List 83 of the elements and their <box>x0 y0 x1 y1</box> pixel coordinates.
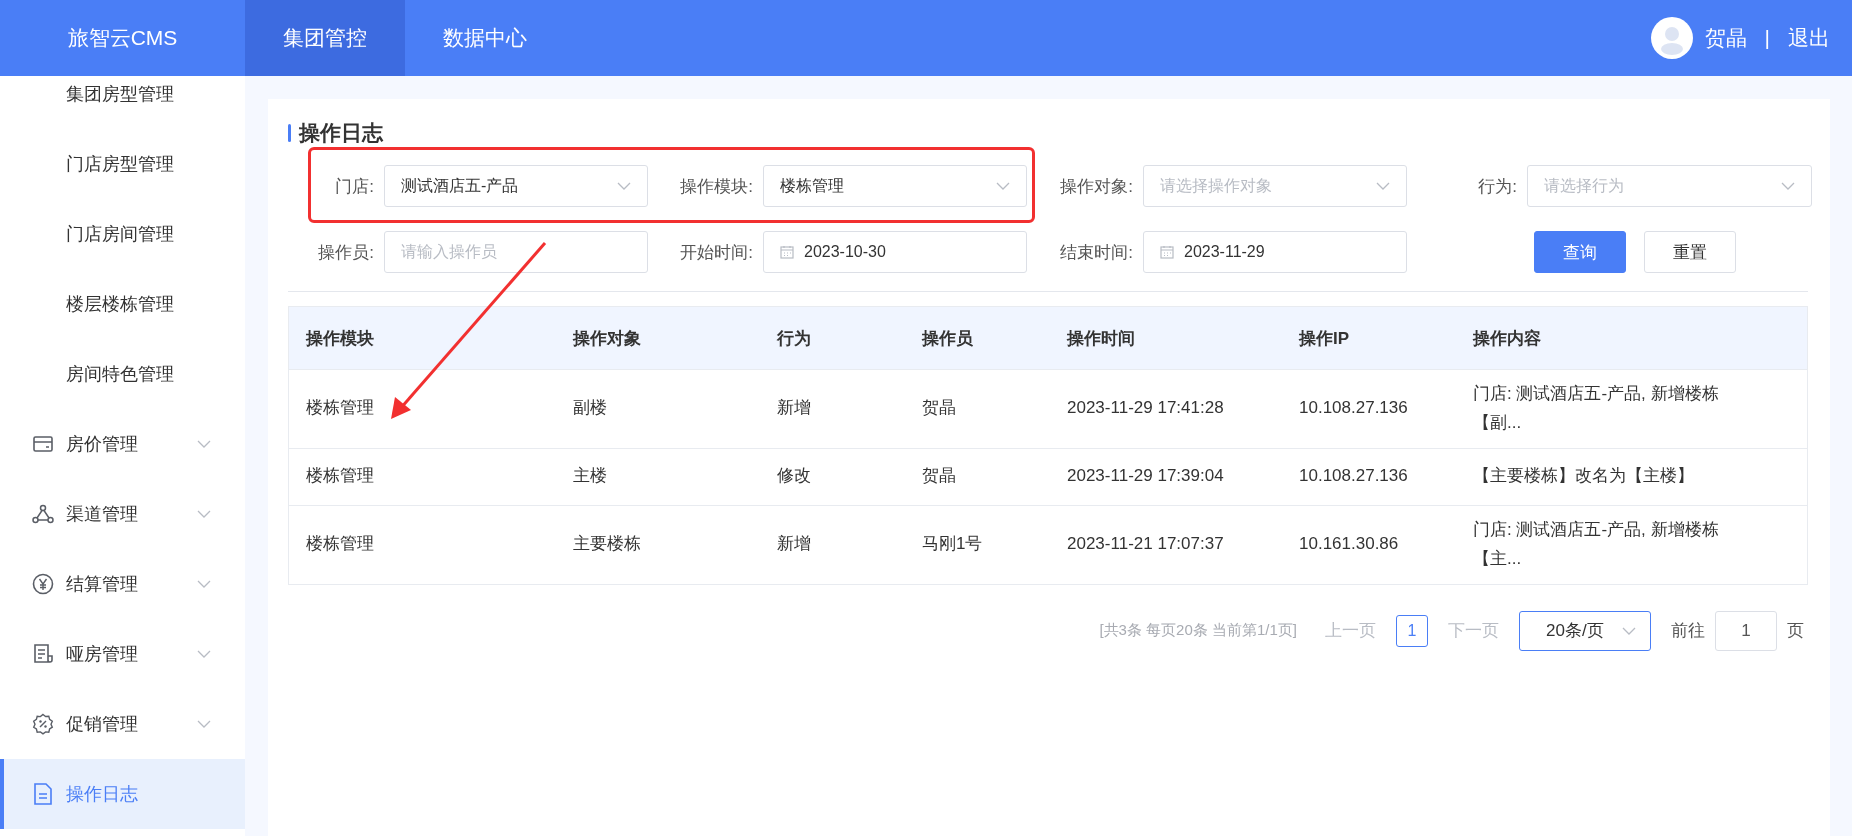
sidebar-item[interactable]: 房价管理 <box>0 409 245 479</box>
calendar-icon <box>1160 245 1174 259</box>
user-name: 贺晶 <box>1704 25 1747 51</box>
sidebar-item[interactable]: 结算管理 <box>0 549 245 619</box>
sidebar-item[interactable]: 哑房管理 <box>0 619 245 689</box>
column-header: 行为 <box>776 327 812 350</box>
sidebar-item[interactable]: 门店房间管理 <box>0 199 245 269</box>
chevron-down-icon <box>996 182 1010 190</box>
chevron-down-icon <box>617 182 631 190</box>
column-header: 操作时间 <box>1065 327 1136 350</box>
field-label: 操作对象: <box>1060 175 1134 198</box>
nav-tab[interactable]: 数据中心 <box>405 0 565 76</box>
goto-suffix: 页 <box>1787 620 1804 643</box>
pagination-summary: [共3条 每页20条 当前第1/1页] <box>1099 621 1297 641</box>
table-cell: 10.108.27.136 <box>1299 398 1408 418</box>
page-input[interactable]: 1 <box>1715 610 1777 651</box>
table-cell: 主楼 <box>573 466 607 486</box>
discount-badge-icon <box>32 713 54 735</box>
field-label: 操作员: <box>318 241 375 264</box>
table-cell: 【主要楼栋】改名为【主楼】 <box>1473 466 1694 486</box>
field-label: 开始时间: <box>680 241 754 264</box>
calendar-icon <box>780 245 794 259</box>
column-header: 操作员 <box>920 327 974 350</box>
chevron-down-icon <box>197 510 211 518</box>
search-button[interactable]: 查询 <box>1534 231 1626 273</box>
table-cell: 楼栋管理 <box>306 534 374 554</box>
column-header: 操作对象 <box>571 327 642 350</box>
sidebar-item[interactable]: 促销管理 <box>0 689 245 759</box>
table-cell: 贺晶 <box>922 398 956 418</box>
field-label: 操作模块: <box>680 175 754 198</box>
reset-button[interactable]: 重置 <box>1644 231 1736 273</box>
table-cell: 10.108.27.136 <box>1299 466 1408 486</box>
chevron-down-icon <box>197 720 211 728</box>
app-logo: 旅智云CMS <box>66 25 179 51</box>
sidebar-item[interactable]: 门店房型管理 <box>0 129 245 199</box>
card-icon <box>33 435 53 453</box>
separator-text: | <box>1764 26 1770 50</box>
goto-label: 前往 <box>1671 620 1705 643</box>
sidebar-item[interactable]: 渠道管理 <box>0 479 245 549</box>
table-cell: 2023-11-29 17:39:04 <box>1067 466 1224 486</box>
date-field[interactable]: 2023-11-29 <box>1143 231 1407 273</box>
table-cell: 新增 <box>777 398 811 418</box>
avatar-icon <box>1650 17 1693 59</box>
logout-link[interactable]: 退出 <box>1788 24 1830 52</box>
network-nodes-icon <box>32 504 54 524</box>
field-label: 行为: <box>1478 175 1518 198</box>
document-icon <box>33 783 53 805</box>
column-header: 操作模块 <box>304 327 375 350</box>
sidebar-item[interactable]: 楼层楼栋管理 <box>0 269 245 339</box>
table-cell: 门店: 测试酒店五-产品, 新增楼栋【主... <box>1473 519 1719 568</box>
table-cell: 10.161.30.86 <box>1299 534 1399 554</box>
table-cell: 2023-11-21 17:07:37 <box>1067 534 1224 554</box>
sidebar-item[interactable]: 集团房型管理 <box>0 76 245 129</box>
chevron-down-icon <box>1781 182 1795 190</box>
sidebar-item[interactable]: 房间特色管理 <box>0 339 245 409</box>
column-header: 操作内容 <box>1471 327 1542 350</box>
field-label: 门店: <box>335 175 375 198</box>
page-number[interactable]: 1 <box>1396 614 1428 647</box>
nav-tab[interactable]: 集团管控 <box>245 0 405 76</box>
table-cell: 副楼 <box>573 398 607 418</box>
table-cell: 修改 <box>777 466 811 486</box>
chevron-down-icon <box>197 440 211 448</box>
chevron-down-icon <box>197 650 211 658</box>
select-field[interactable]: 测试酒店五-产品 <box>384 165 648 207</box>
page-title: 操作日志 <box>299 120 383 146</box>
page-size-select[interactable]: 20条/页 <box>1519 610 1651 651</box>
table-cell: 门店: 测试酒店五-产品, 新增楼栋【副... <box>1473 384 1719 432</box>
column-header: 操作IP <box>1297 327 1351 350</box>
table-cell: 新增 <box>777 534 811 554</box>
chevron-down-icon <box>1622 626 1636 635</box>
chevron-down-icon <box>1376 182 1390 190</box>
chevron-down-icon <box>197 580 211 588</box>
date-field[interactable]: 2023-10-30 <box>763 231 1027 273</box>
field-label: 结束时间: <box>1060 241 1134 264</box>
select-field[interactable]: 楼栋管理 <box>763 165 1027 207</box>
table-cell: 楼栋管理 <box>306 466 374 486</box>
table-cell: 马刚1号 <box>922 534 983 554</box>
table-cell: 主要楼栋 <box>573 534 641 554</box>
table-cell: 楼栋管理 <box>306 398 374 418</box>
table-cell: 贺晶 <box>922 466 956 486</box>
table-cell: 2023-11-29 17:41:28 <box>1067 398 1224 418</box>
yen-icon <box>32 573 54 595</box>
receipt-icon <box>32 643 54 665</box>
